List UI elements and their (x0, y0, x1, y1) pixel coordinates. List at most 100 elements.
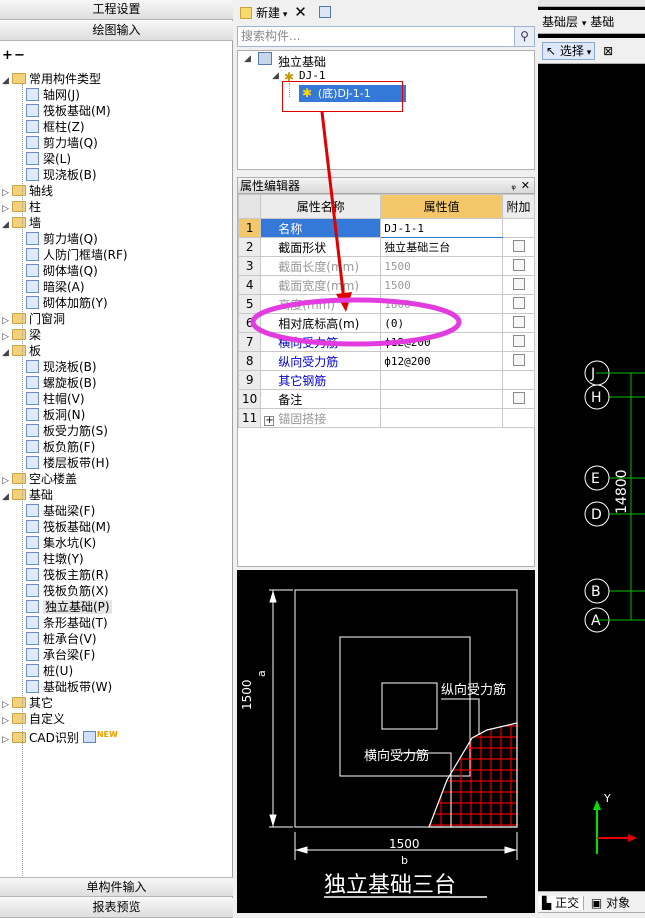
drawing-canvas[interactable]: 基础层 ▾ 基础 ↖ 选择 ▾ ⊠ JH E D BA 14800 Y ▙ 正交 ▣ … (538, 0, 645, 913)
collapse-arrow-icon[interactable]: ◢ (2, 73, 12, 89)
property-row[interactable]: 11 + 锚固搭接 (237, 408, 535, 428)
tree-item[interactable]: 筏板基础(M) (26, 103, 111, 119)
tree-item[interactable]: 筏板负筋(X) (26, 583, 109, 599)
expand-icon[interactable]: + (264, 415, 275, 426)
property-row[interactable]: 10 备注 (237, 389, 535, 409)
search-icon[interactable]: ⚲ (514, 26, 535, 47)
tree-item[interactable]: 筏板主筋(R) (26, 567, 109, 583)
property-row[interactable]: 2 截面形状 独立基础三台 (237, 237, 535, 257)
property-value[interactable] (380, 370, 503, 390)
close-icon[interactable]: ✕ (521, 178, 530, 194)
search-input[interactable]: 搜索构件... (237, 26, 515, 47)
property-value[interactable]: ф12@200 (380, 332, 503, 352)
extra-checkbox[interactable] (512, 353, 525, 366)
collapse-arrow-icon[interactable]: ◢ (2, 217, 12, 233)
tree-item[interactable]: 梁(L) (26, 151, 71, 167)
tree-item[interactable]: 砌体加筋(Y) (26, 295, 108, 311)
expand-all-button[interactable]: + (2, 48, 13, 63)
tree-root[interactable]: 独立基础 (278, 53, 326, 70)
ortho-tab[interactable]: ▙ 正交 (538, 896, 585, 910)
property-value[interactable]: DJ-1-1 (380, 218, 503, 238)
tree-item[interactable]: 承台梁(F) (26, 647, 95, 663)
tree-item[interactable]: 独立基础(P) (26, 599, 112, 615)
property-value[interactable]: 1500 (380, 275, 503, 295)
property-row[interactable]: 8 纵向受力筋 ф12@200 (237, 351, 535, 371)
tree-folder[interactable]: ▷ 轴线 (2, 183, 53, 199)
tree-folder[interactable]: ▷ CAD识别 NEW (2, 727, 118, 745)
tree-item[interactable]: 现浇板(B) (26, 167, 97, 183)
property-row[interactable]: 1 名称 DJ-1-1 (237, 218, 535, 238)
expand-arrow-icon[interactable]: ▷ (2, 732, 12, 748)
property-row[interactable]: 6 相对底标高(m) (0) (237, 313, 535, 333)
extra-checkbox[interactable] (512, 258, 525, 271)
tree-item[interactable]: 集水坑(K) (26, 535, 96, 551)
tree-item[interactable]: 轴网(J) (26, 87, 80, 103)
tree-item[interactable]: 桩承台(V) (26, 631, 97, 647)
collapse-arrow-icon[interactable]: ◢ (2, 489, 12, 505)
property-row[interactable]: 5 高度(mm) 1800 (237, 294, 535, 314)
tree-item[interactable]: 砌体墙(Q) (26, 263, 98, 279)
tree-item[interactable]: 板受力筋(S) (26, 423, 108, 439)
property-row[interactable]: 3 截面长度(mm) 1500 (237, 256, 535, 276)
tree-item[interactable]: 筏板基础(M) (26, 519, 111, 535)
tab-drawing-input[interactable]: 绘图输入 (0, 21, 233, 41)
extra-checkbox[interactable] (512, 391, 525, 404)
tree-item[interactable]: 基础梁(F) (26, 503, 95, 519)
property-value[interactable] (380, 389, 503, 409)
tab-project-settings[interactable]: 工程设置 (0, 0, 233, 20)
property-value[interactable] (380, 408, 503, 428)
axis-bubble-b[interactable]: B (584, 578, 645, 604)
new-button[interactable]: 新建 (256, 6, 280, 20)
tree-folder[interactable]: ▷ 门窗洞 (2, 311, 65, 327)
property-row[interactable]: 4 截面宽度(mm) 1500 (237, 275, 535, 295)
property-row[interactable]: 9 其它钢筋 (237, 370, 535, 390)
property-value[interactable]: ф12@200 (380, 351, 503, 371)
tree-label: 现浇板(B) (43, 168, 97, 182)
extra-checkbox[interactable] (512, 296, 525, 309)
tree-item[interactable]: 剪力墙(Q) (26, 231, 98, 247)
copy-icon[interactable] (318, 6, 331, 18)
tree-folder[interactable]: ◢ 常用构件类型 (2, 71, 101, 87)
tree-item[interactable]: 条形基础(T) (26, 615, 108, 631)
tree-item[interactable]: 板洞(N) (26, 407, 85, 423)
snap-tab[interactable]: ▣ 对象 (588, 896, 630, 910)
tree-item[interactable]: 柱墩(Y) (26, 551, 84, 567)
svg-text:A: A (591, 613, 601, 629)
tree-item[interactable]: 螺旋板(B) (26, 375, 97, 391)
tree-folder[interactable]: ▷ 自定义 (2, 711, 65, 727)
component-type-select[interactable]: 基础 (590, 15, 614, 29)
tree-item[interactable]: 剪力墙(Q) (26, 135, 98, 151)
tree-folder[interactable]: ▷ 空心楼盖 (2, 471, 77, 487)
floor-select[interactable]: 基础层 (542, 15, 578, 29)
property-name: 截面宽度(mm) (260, 275, 382, 295)
tab-report-preview[interactable]: 报表预览 (0, 898, 233, 918)
property-row[interactable]: 7 横向受力筋 ф12@200 (237, 332, 535, 352)
pin-icon[interactable]: ᵩ (511, 178, 516, 194)
tree-item[interactable]: 现浇板(B) (26, 359, 97, 375)
property-value[interactable]: 1500 (380, 256, 503, 276)
property-value[interactable]: (0) (380, 313, 503, 333)
tree-folder[interactable]: ◢ 基础 (2, 487, 53, 503)
extra-checkbox[interactable] (512, 315, 525, 328)
tree-item[interactable]: 板负筋(F) (26, 439, 95, 455)
tree-item[interactable]: 基础板带(W) (26, 679, 112, 695)
tab-single-component-input[interactable]: 单构件输入 (0, 877, 233, 897)
axis-bubble-h[interactable]: H (584, 384, 645, 410)
tree-item[interactable]: 暗梁(A) (26, 279, 85, 295)
property-value[interactable]: 独立基础三台 (380, 237, 503, 257)
box-select-icon[interactable]: ⊠ (603, 44, 613, 58)
tree-item[interactable]: 框柱(Z) (26, 119, 85, 135)
tree-item[interactable]: 楼层板带(H) (26, 455, 109, 471)
property-value[interactable]: 1800 (380, 294, 503, 314)
select-button[interactable]: ↖ 选择 ▾ (542, 42, 596, 60)
tree-item[interactable]: 柱帽(V) (26, 391, 85, 407)
delete-icon[interactable]: ✕ (294, 3, 307, 21)
extra-checkbox[interactable] (512, 334, 525, 347)
extra-checkbox[interactable] (512, 239, 525, 252)
tree-item[interactable]: 桩(U) (26, 663, 73, 679)
extra-checkbox[interactable] (512, 277, 525, 290)
tree-item[interactable]: 人防门框墙(RF) (26, 247, 128, 263)
tree-folder[interactable]: ▷ 其它 (2, 695, 53, 711)
collapse-all-button[interactable]: − (14, 48, 25, 63)
collapse-arrow-icon[interactable]: ◢ (2, 345, 12, 361)
